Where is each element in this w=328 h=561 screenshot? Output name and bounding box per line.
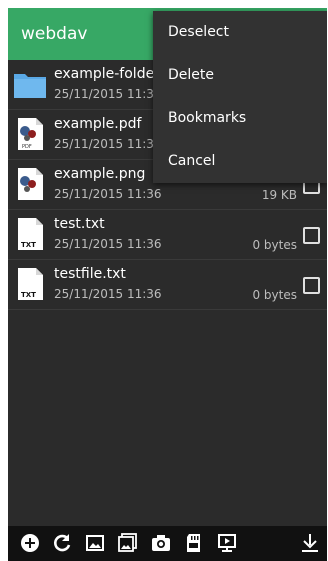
file-row-testfile-txt[interactable]: TXT testfile.txt 25/11/2015 11:36 0 byte… xyxy=(8,260,327,310)
file-size: 0 bytes xyxy=(252,288,297,302)
folder-icon xyxy=(14,74,46,98)
file-date: 25/11/2015 11:36 xyxy=(54,187,162,201)
txt-file-icon: TXT xyxy=(18,268,43,300)
select-checkbox[interactable] xyxy=(303,227,320,244)
file-date: 25/11/2015 11:36 xyxy=(54,237,162,251)
file-name: example.pdf xyxy=(54,116,142,132)
file-date: 25/11/2015 11:36 xyxy=(54,137,162,151)
file-name: example.png xyxy=(54,166,146,182)
add-icon[interactable] xyxy=(20,533,40,553)
menu-item-deselect[interactable]: Deselect xyxy=(153,11,327,54)
menu-item-bookmarks[interactable]: Bookmarks xyxy=(153,97,327,140)
refresh-icon[interactable] xyxy=(52,533,72,553)
download-icon[interactable] xyxy=(300,533,320,553)
file-size: 19 KB xyxy=(261,188,297,202)
file-row-test-txt[interactable]: TXT test.txt 25/11/2015 11:36 0 bytes xyxy=(8,210,327,260)
presentation-icon[interactable] xyxy=(217,533,237,553)
pdf-file-icon: PDF xyxy=(18,118,43,150)
pdf-label: PDF xyxy=(22,144,32,150)
file-name: example-folder xyxy=(54,66,160,82)
select-checkbox[interactable] xyxy=(303,277,320,294)
file-date: 25/11/2015 11:36 xyxy=(54,287,162,301)
file-browser-screen: webdav example-folder 25/11/2015 11:36 P… xyxy=(8,8,327,561)
txt-label: TXT xyxy=(21,241,36,249)
overflow-menu: Deselect Delete Bookmarks Cancel xyxy=(153,11,327,183)
file-name: test.txt xyxy=(54,216,105,232)
menu-item-cancel[interactable]: Cancel xyxy=(153,140,327,183)
file-size: 0 bytes xyxy=(252,238,297,252)
image-icon[interactable] xyxy=(85,533,105,553)
gallery-icon[interactable] xyxy=(118,533,138,553)
menu-item-delete[interactable]: Delete xyxy=(153,54,327,97)
sd-card-icon[interactable] xyxy=(184,533,204,553)
bottom-toolbar xyxy=(8,526,327,561)
app-title: webdav xyxy=(21,24,88,44)
file-name: testfile.txt xyxy=(54,266,126,282)
txt-label: TXT xyxy=(21,291,36,299)
image-file-icon xyxy=(18,168,43,200)
file-date: 25/11/2015 11:36 xyxy=(54,87,162,101)
camera-icon[interactable] xyxy=(151,533,171,553)
txt-file-icon: TXT xyxy=(18,218,43,250)
